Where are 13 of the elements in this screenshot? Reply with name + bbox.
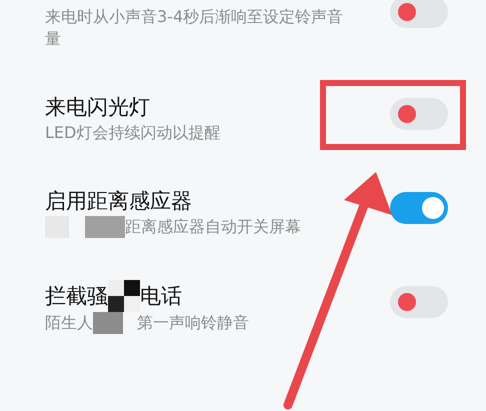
setting-title: 启用距离感应器 [45, 188, 192, 215]
setting-description: 来电时从小声音3-4秒后渐响至设定铃声音量 [45, 6, 344, 50]
toggle-switch[interactable] [390, 286, 448, 318]
setting-title: 来电闪光灯 [45, 94, 150, 121]
setting-title: 电话 [140, 283, 182, 310]
setting-title: 拦截骚 [45, 283, 108, 310]
setting-description: 第一声响铃静音 [137, 312, 249, 334]
setting-description: LED灯会持续闪动以提醒 [45, 122, 220, 144]
setting-description: 陌生人 [45, 312, 93, 334]
toggle-switch[interactable] [390, 192, 448, 224]
setting-description: 距离感应器自动开关屏幕 [125, 216, 301, 238]
toggle-switch[interactable] [390, 98, 448, 130]
toggle-switch[interactable] [390, 0, 448, 28]
